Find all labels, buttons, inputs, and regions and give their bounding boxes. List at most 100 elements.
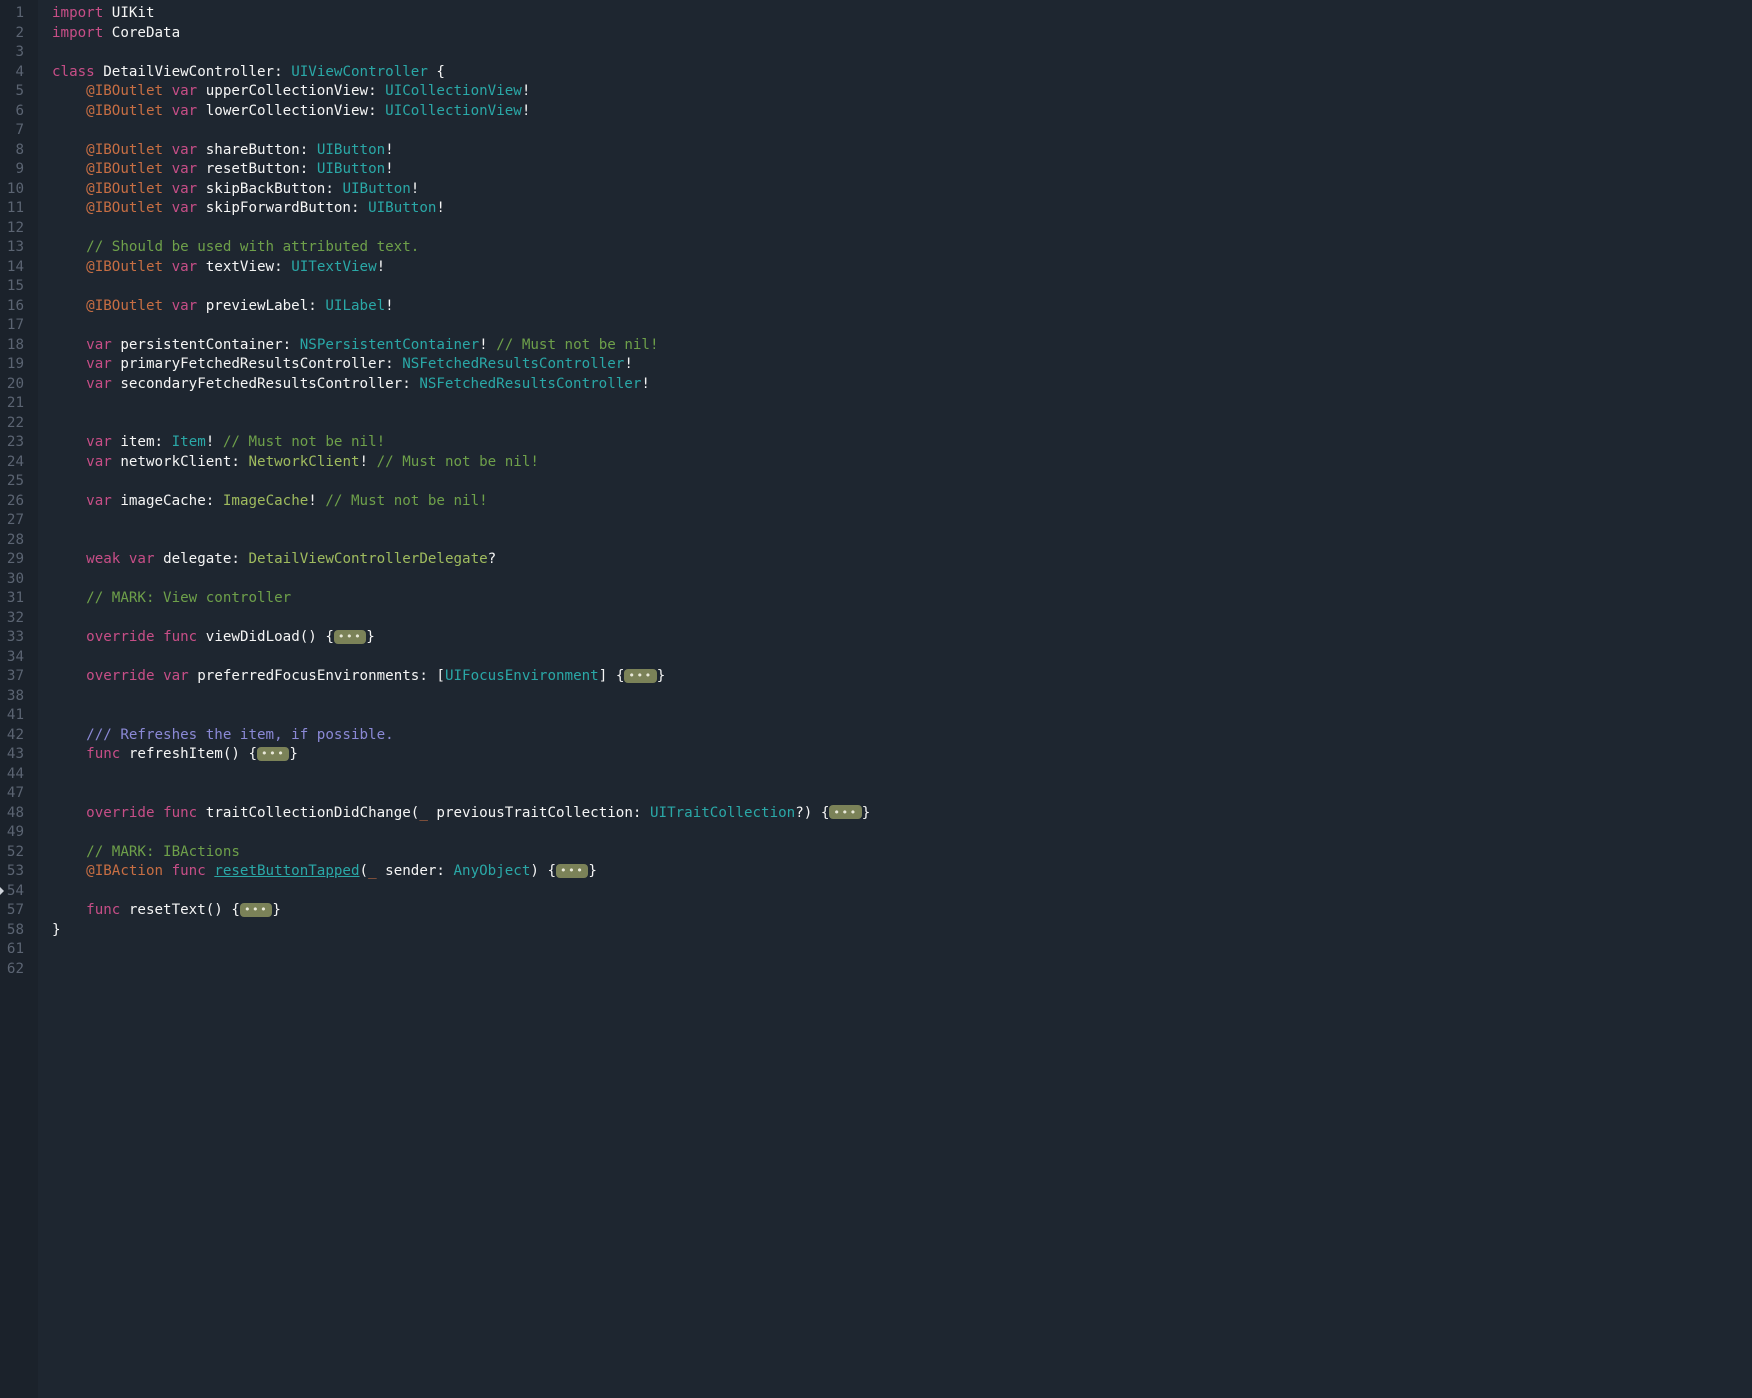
line-number[interactable]: 18	[0, 336, 24, 356]
line-number[interactable]: 2	[0, 24, 24, 44]
code-line[interactable]: var secondaryFetchedResultsController: N…	[52, 375, 1752, 395]
fold-indicator-icon[interactable]: •••	[240, 903, 272, 917]
line-number[interactable]: 11	[0, 199, 24, 219]
code-line[interactable]: // MARK: View controller	[52, 589, 1752, 609]
line-number[interactable]: 61	[0, 940, 24, 960]
code-line[interactable]: /// Refreshes the item, if possible.	[52, 726, 1752, 746]
code-line[interactable]: weak var delegate: DetailViewControllerD…	[52, 550, 1752, 570]
line-number[interactable]: 32	[0, 609, 24, 629]
code-line[interactable]	[52, 316, 1752, 336]
line-number[interactable]: 15	[0, 277, 24, 297]
line-number[interactable]: 57	[0, 901, 24, 921]
code-line[interactable]	[52, 531, 1752, 551]
line-number[interactable]: 29	[0, 550, 24, 570]
code-line[interactable]: @IBOutlet var skipBackButton: UIButton!	[52, 180, 1752, 200]
code-line[interactable]: @IBOutlet var lowerCollectionView: UICol…	[52, 102, 1752, 122]
line-number[interactable]: 8	[0, 141, 24, 161]
line-number[interactable]: 58	[0, 921, 24, 941]
code-line[interactable]: @IBOutlet var textView: UITextView!	[52, 258, 1752, 278]
code-line[interactable]: @IBOutlet var previewLabel: UILabel!	[52, 297, 1752, 317]
line-number[interactable]: 52	[0, 843, 24, 863]
fold-indicator-icon[interactable]: •••	[829, 805, 861, 819]
code-line[interactable]	[52, 570, 1752, 590]
line-number[interactable]: 7	[0, 121, 24, 141]
fold-indicator-icon[interactable]: •••	[624, 669, 656, 683]
line-number[interactable]: 13	[0, 238, 24, 258]
line-number[interactable]: 20	[0, 375, 24, 395]
code-line[interactable]: // Should be used with attributed text.	[52, 238, 1752, 258]
code-line[interactable]	[52, 765, 1752, 785]
line-number[interactable]: 38	[0, 687, 24, 707]
code-line[interactable]: var networkClient: NetworkClient! // Mus…	[52, 453, 1752, 473]
code-line[interactable]: var imageCache: ImageCache! // Must not …	[52, 492, 1752, 512]
code-line[interactable]: // MARK: IBActions	[52, 843, 1752, 863]
code-line[interactable]	[52, 784, 1752, 804]
code-line[interactable]	[52, 219, 1752, 239]
line-number[interactable]: 41	[0, 706, 24, 726]
line-number[interactable]: 24	[0, 453, 24, 473]
line-number[interactable]: 6	[0, 102, 24, 122]
line-number[interactable]: 19	[0, 355, 24, 375]
code-line[interactable]	[52, 823, 1752, 843]
line-number[interactable]: 62	[0, 960, 24, 980]
line-number[interactable]: 43	[0, 745, 24, 765]
code-area[interactable]: import UIKit import CoreData class Detai…	[38, 0, 1752, 1398]
code-line[interactable]: @IBOutlet var shareButton: UIButton!	[52, 141, 1752, 161]
fold-indicator-icon[interactable]: •••	[556, 864, 588, 878]
code-line[interactable]	[52, 43, 1752, 63]
line-number[interactable]: 31	[0, 589, 24, 609]
code-line[interactable]: override var preferredFocusEnvironments:…	[52, 667, 1752, 687]
line-number[interactable]: 12	[0, 219, 24, 239]
code-line[interactable]	[52, 706, 1752, 726]
line-number[interactable]: 25	[0, 472, 24, 492]
code-line[interactable]	[52, 511, 1752, 531]
code-line[interactable]: var persistentContainer: NSPersistentCon…	[52, 336, 1752, 356]
line-number[interactable]: 27	[0, 511, 24, 531]
code-line[interactable]: @IBOutlet var skipForwardButton: UIButto…	[52, 199, 1752, 219]
line-number[interactable]: 17	[0, 316, 24, 336]
code-line[interactable]	[52, 609, 1752, 629]
code-line[interactable]: @IBAction func resetButtonTapped(_ sende…	[52, 862, 1752, 882]
code-line[interactable]	[52, 472, 1752, 492]
line-number[interactable]: 30	[0, 570, 24, 590]
code-line[interactable]: class DetailViewController: UIViewContro…	[52, 63, 1752, 83]
code-line[interactable]	[52, 648, 1752, 668]
line-number[interactable]: 28	[0, 531, 24, 551]
code-line[interactable]: @IBOutlet var resetButton: UIButton!	[52, 160, 1752, 180]
line-number[interactable]: 10	[0, 180, 24, 200]
line-number[interactable]: 3	[0, 43, 24, 63]
line-number[interactable]: 5	[0, 82, 24, 102]
code-line[interactable]: func refreshItem() {•••}	[52, 745, 1752, 765]
line-number[interactable]: 9	[0, 160, 24, 180]
code-line[interactable]: var primaryFetchedResultsController: NSF…	[52, 355, 1752, 375]
code-line[interactable]: }	[52, 921, 1752, 941]
code-line[interactable]: import CoreData	[52, 24, 1752, 44]
line-number[interactable]: 21	[0, 394, 24, 414]
line-number[interactable]: 26	[0, 492, 24, 512]
code-line[interactable]: override func traitCollectionDidChange(_…	[52, 804, 1752, 824]
code-line[interactable]	[52, 687, 1752, 707]
line-number[interactable]: 49	[0, 823, 24, 843]
code-line[interactable]: @IBOutlet var upperCollectionView: UICol…	[52, 82, 1752, 102]
code-line[interactable]	[52, 394, 1752, 414]
line-number[interactable]: 53	[0, 862, 24, 882]
line-number[interactable]: 44	[0, 765, 24, 785]
fold-indicator-icon[interactable]: •••	[334, 630, 366, 644]
line-number[interactable]: 54	[0, 882, 24, 902]
code-line[interactable]: import UIKit	[52, 4, 1752, 24]
line-number[interactable]: 22	[0, 414, 24, 434]
line-number[interactable]: 4	[0, 63, 24, 83]
line-number[interactable]: 16	[0, 297, 24, 317]
line-number[interactable]: 47	[0, 784, 24, 804]
code-line[interactable]	[52, 882, 1752, 902]
line-number[interactable]: 14	[0, 258, 24, 278]
line-number[interactable]: 42	[0, 726, 24, 746]
line-number[interactable]: 23	[0, 433, 24, 453]
line-number[interactable]: 37	[0, 667, 24, 687]
line-number[interactable]: 34	[0, 648, 24, 668]
code-line[interactable]: func resetText() {•••}	[52, 901, 1752, 921]
code-line[interactable]	[52, 277, 1752, 297]
line-number[interactable]: 33	[0, 628, 24, 648]
code-line[interactable]: override func viewDidLoad() {•••}	[52, 628, 1752, 648]
code-line[interactable]	[52, 414, 1752, 434]
